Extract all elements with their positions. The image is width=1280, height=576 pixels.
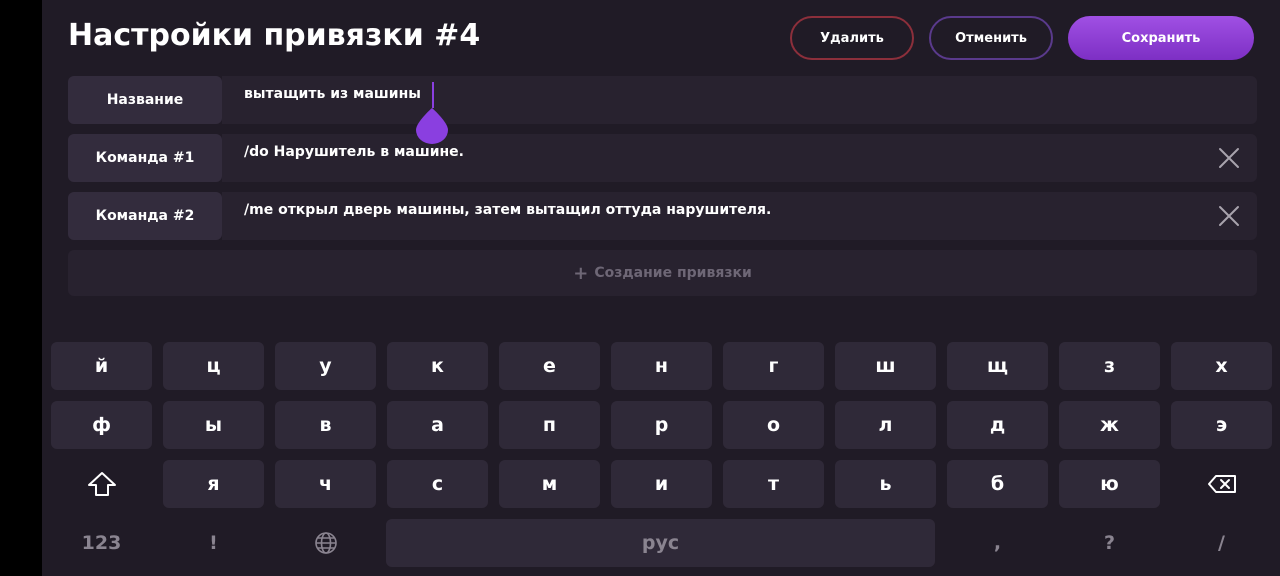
command-row-1: Команда #1 /do Нарушитель в машине.: [68, 134, 1257, 182]
key[interactable]: х: [1171, 342, 1272, 390]
exclaim-key[interactable]: !: [163, 519, 264, 567]
binding-name-row: Название вытащить из машины: [68, 76, 1257, 124]
key[interactable]: ч: [275, 460, 376, 508]
name-label: Название: [68, 76, 222, 124]
command-2-label: Команда #2: [68, 192, 222, 240]
command-1-value: /do Нарушитель в машине.: [244, 144, 464, 160]
key[interactable]: ж: [1059, 401, 1160, 449]
close-icon[interactable]: [1217, 146, 1241, 170]
key[interactable]: л: [835, 401, 936, 449]
name-field[interactable]: вытащить из машины: [222, 76, 1257, 124]
save-button[interactable]: Сохранить: [1068, 16, 1254, 60]
space-key[interactable]: рус: [386, 519, 935, 567]
name-field-value: вытащить из машины: [244, 86, 421, 102]
command-1-field[interactable]: /do Нарушитель в машине.: [222, 134, 1257, 182]
slash-key[interactable]: /: [1171, 519, 1272, 567]
key[interactable]: ы: [163, 401, 264, 449]
command-2-field[interactable]: /me открыл дверь машины, затем вытащил о…: [222, 192, 1257, 240]
key[interactable]: з: [1059, 342, 1160, 390]
key[interactable]: г: [723, 342, 824, 390]
key[interactable]: ю: [1059, 460, 1160, 508]
key[interactable]: п: [499, 401, 600, 449]
screen-edge: [0, 0, 42, 576]
plus-icon: +: [573, 262, 589, 284]
key[interactable]: й: [51, 342, 152, 390]
key[interactable]: т: [723, 460, 824, 508]
key[interactable]: ц: [163, 342, 264, 390]
text-cursor: [432, 82, 434, 108]
page-title: Настройки привязки #4: [68, 18, 481, 53]
delete-button[interactable]: Удалить: [790, 16, 914, 60]
question-key[interactable]: ?: [1059, 519, 1160, 567]
key[interactable]: м: [499, 460, 600, 508]
cancel-button[interactable]: Отменить: [929, 16, 1053, 60]
create-binding-label: Создание привязки: [594, 265, 752, 281]
command-2-value: /me открыл дверь машины, затем вытащил о…: [244, 202, 772, 218]
key[interactable]: у: [275, 342, 376, 390]
key[interactable]: о: [723, 401, 824, 449]
key[interactable]: к: [387, 342, 488, 390]
key[interactable]: в: [275, 401, 376, 449]
key[interactable]: э: [1171, 401, 1272, 449]
close-icon[interactable]: [1217, 204, 1241, 228]
key[interactable]: а: [387, 401, 488, 449]
shift-icon: [87, 472, 116, 496]
shift-key[interactable]: [51, 460, 152, 508]
text-cursor-handle-icon[interactable]: [416, 108, 448, 144]
key[interactable]: д: [947, 401, 1048, 449]
key[interactable]: с: [387, 460, 488, 508]
key[interactable]: я: [163, 460, 264, 508]
command-1-label: Команда #1: [68, 134, 222, 182]
create-binding-button[interactable]: + Создание привязки: [68, 250, 1257, 296]
key[interactable]: ь: [835, 460, 936, 508]
key[interactable]: н: [611, 342, 712, 390]
numbers-key[interactable]: 123: [51, 519, 152, 567]
key[interactable]: и: [611, 460, 712, 508]
globe-icon: [314, 532, 337, 554]
key[interactable]: ф: [51, 401, 152, 449]
key[interactable]: р: [611, 401, 712, 449]
key[interactable]: б: [947, 460, 1048, 508]
backspace-icon: [1207, 475, 1236, 493]
key[interactable]: е: [499, 342, 600, 390]
command-row-2: Команда #2 /me открыл дверь машины, зате…: [68, 192, 1257, 240]
key[interactable]: щ: [947, 342, 1048, 390]
comma-key[interactable]: ,: [947, 519, 1048, 567]
key[interactable]: ш: [835, 342, 936, 390]
language-key[interactable]: [275, 519, 376, 567]
backspace-key[interactable]: [1171, 460, 1272, 508]
